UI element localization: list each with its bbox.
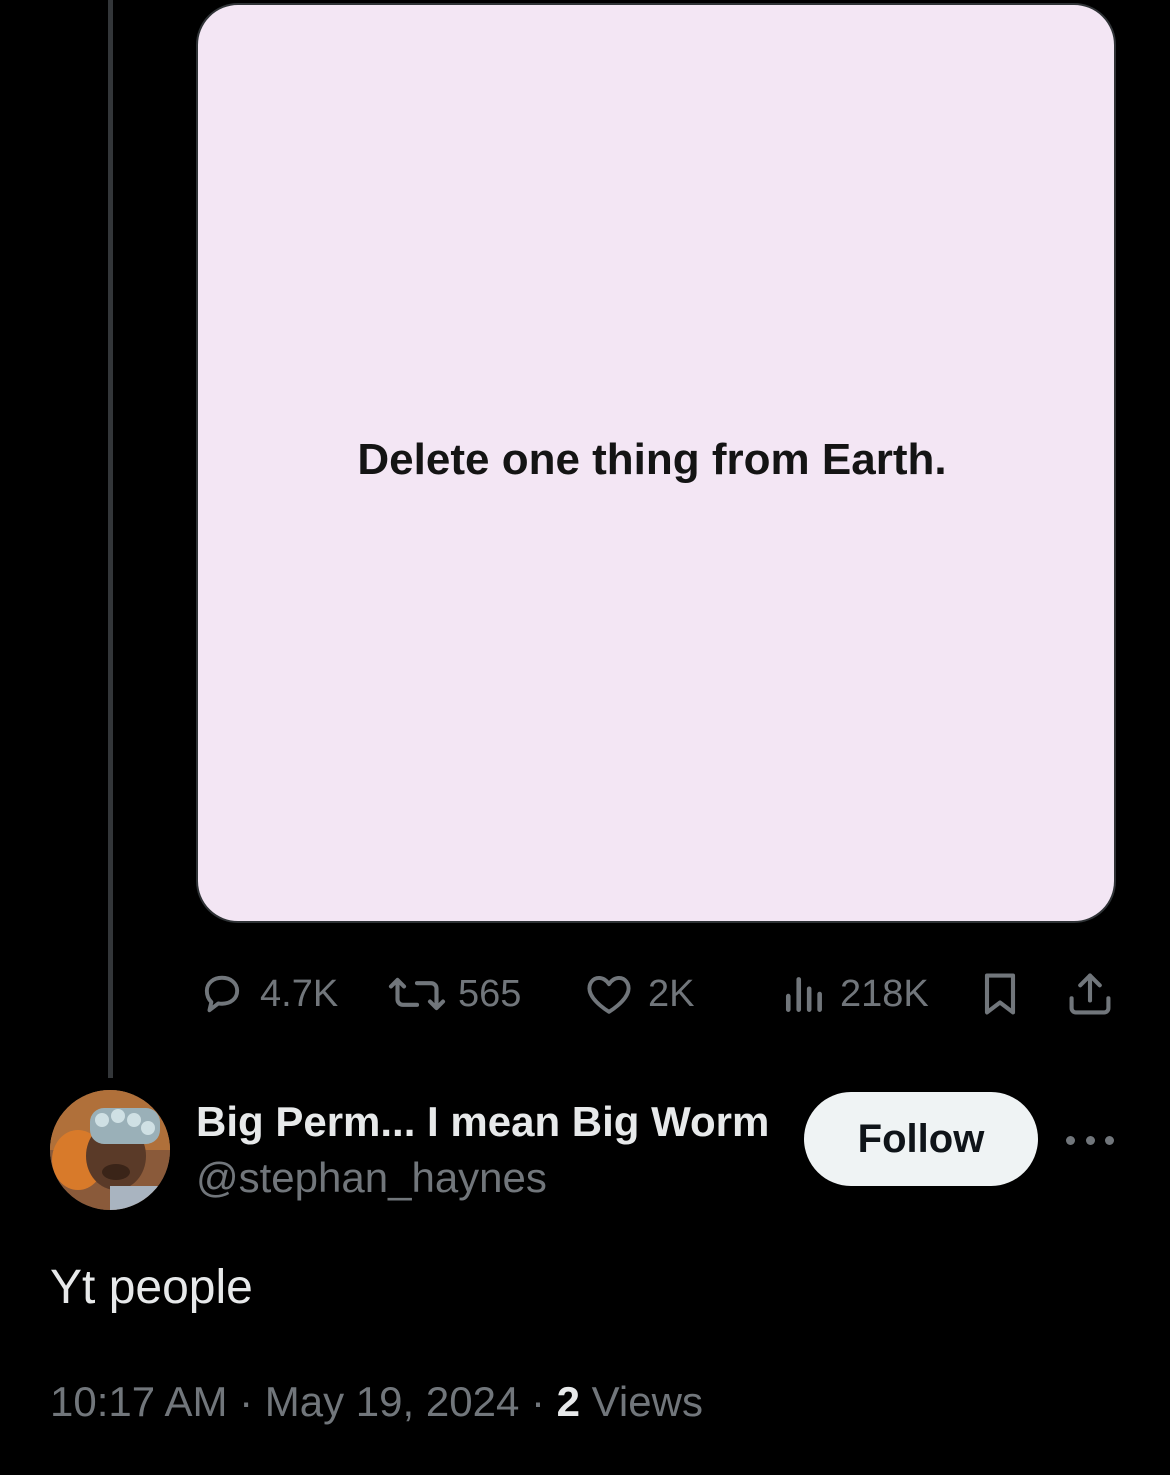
views-count: 218K bbox=[840, 972, 929, 1015]
meta-separator: · bbox=[519, 1378, 557, 1425]
reply-button[interactable]: 4.7K bbox=[196, 966, 338, 1022]
share-icon bbox=[1064, 968, 1116, 1020]
media-caption-text: Delete one thing from Earth. bbox=[357, 435, 947, 484]
more-options-button[interactable] bbox=[1066, 1126, 1114, 1154]
bookmark-icon bbox=[974, 968, 1026, 1020]
thread-connector-line bbox=[108, 0, 113, 1078]
tweet-views-label: Views bbox=[580, 1378, 703, 1425]
more-icon bbox=[1066, 1135, 1075, 1145]
repost-icon bbox=[388, 968, 446, 1020]
tweet-date[interactable]: May 19, 2024 bbox=[265, 1378, 520, 1425]
more-icon bbox=[1105, 1135, 1114, 1145]
author-display-name[interactable]: Big Perm... I mean Big Worm bbox=[196, 1098, 780, 1146]
avatar[interactable] bbox=[50, 1090, 170, 1210]
like-count: 2K bbox=[648, 972, 695, 1015]
reply-count: 4.7K bbox=[260, 972, 339, 1015]
tweet-action-bar: 4.7K 565 2K 218K bbox=[0, 966, 1170, 1022]
repost-button[interactable]: 565 bbox=[388, 966, 521, 1022]
author-handle[interactable]: @stephan_haynes bbox=[196, 1154, 547, 1202]
tweet-time[interactable]: 10:17 AM bbox=[50, 1378, 227, 1425]
more-icon bbox=[1085, 1135, 1095, 1145]
repost-count: 565 bbox=[458, 972, 522, 1015]
tweet-body-text: Yt people bbox=[50, 1261, 253, 1314]
bookmark-button[interactable] bbox=[974, 966, 1026, 1022]
share-button[interactable] bbox=[1064, 966, 1116, 1022]
views-button[interactable]: 218K bbox=[782, 966, 929, 1022]
tweet-author-header: Big Perm... I mean Big Worm @stephan_hay… bbox=[0, 1090, 1170, 1220]
tweet-views-count: 2 bbox=[556, 1378, 580, 1425]
meta-separator: · bbox=[227, 1378, 265, 1425]
reply-icon bbox=[196, 968, 248, 1020]
heart-icon bbox=[582, 968, 636, 1020]
tweet-media-image[interactable]: Delete one thing from Earth. bbox=[196, 3, 1116, 923]
analytics-icon bbox=[782, 968, 828, 1020]
follow-button[interactable]: Follow bbox=[804, 1092, 1038, 1186]
tweet-metadata: 10:17 AM · May 19, 2024 · 2 Views bbox=[50, 1378, 703, 1426]
like-button[interactable]: 2K bbox=[582, 966, 694, 1022]
